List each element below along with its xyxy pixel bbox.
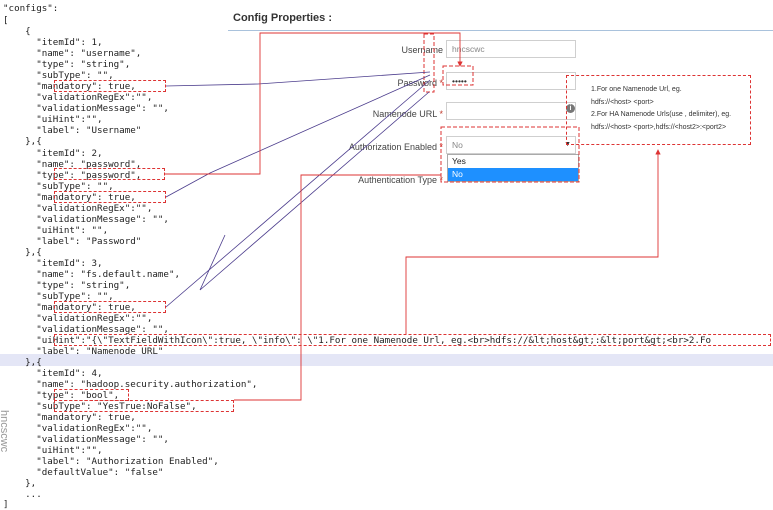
password-highlight bbox=[442, 65, 474, 86]
tooltip-connector bbox=[405, 149, 661, 334]
connector-line bbox=[165, 71, 431, 87]
connector-line bbox=[165, 79, 431, 308]
dropdown-highlight bbox=[440, 126, 580, 183]
asterisk-highlight bbox=[423, 33, 435, 93]
connector-line bbox=[165, 74, 431, 198]
subtype-connector bbox=[234, 174, 441, 401]
annotation-overlay bbox=[165, 32, 661, 401]
connector-line bbox=[199, 91, 430, 291]
